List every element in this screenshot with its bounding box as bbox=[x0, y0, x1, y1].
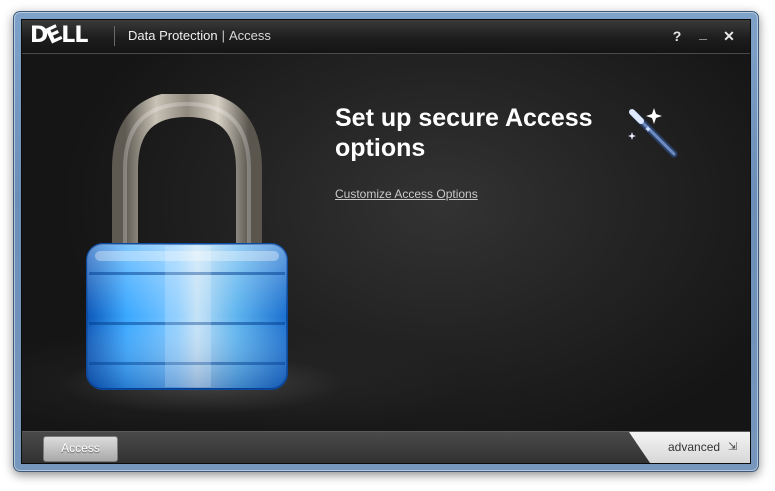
app-title: Data Protection bbox=[128, 28, 218, 43]
advanced-label: advanced bbox=[668, 440, 721, 454]
window-title: Data Protection | Access bbox=[128, 28, 271, 43]
help-button[interactable]: ? bbox=[667, 26, 687, 46]
bottom-bar: Access advanced ⇲ bbox=[22, 431, 750, 463]
close-button[interactable]: ✕ bbox=[719, 26, 739, 46]
advanced-button[interactable]: advanced ⇲ bbox=[629, 432, 750, 463]
dell-logo: DELL bbox=[30, 21, 88, 50]
access-tab[interactable]: Access bbox=[43, 436, 118, 462]
expand-icon: ⇲ bbox=[728, 441, 738, 453]
customize-access-link[interactable]: Customize Access Options bbox=[335, 187, 478, 201]
title-bar: DELL Data Protection | Access ? _ ✕ bbox=[22, 20, 750, 54]
title-separator: | bbox=[221, 28, 225, 43]
title-divider bbox=[114, 26, 115, 46]
app-section: Access bbox=[229, 28, 271, 43]
page-heading: Set up secure Access options bbox=[335, 104, 593, 162]
padlock-icon bbox=[86, 94, 288, 390]
main-panel: Set up secure Access options Customize A… bbox=[22, 54, 750, 431]
magic-wand-icon[interactable] bbox=[624, 104, 684, 164]
app-window: DELL Data Protection | Access ? _ ✕ Set … bbox=[21, 19, 751, 464]
minimize-button[interactable]: _ bbox=[693, 23, 713, 43]
